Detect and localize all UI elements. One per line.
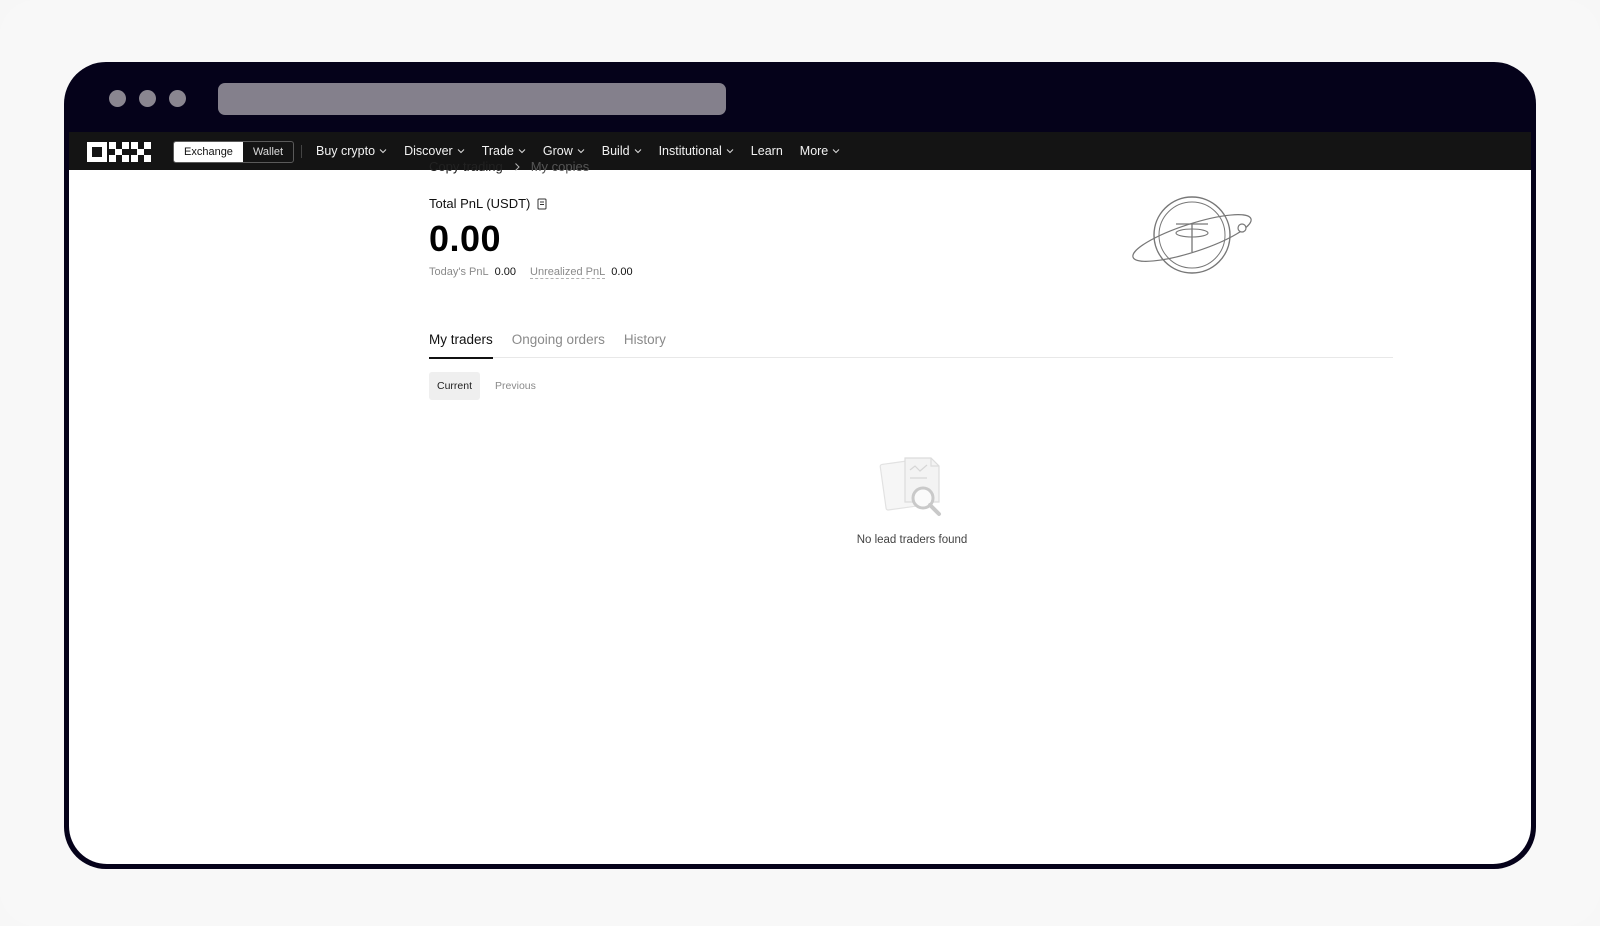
window-maximize-dot[interactable]	[169, 90, 186, 107]
total-pnl-heading: Total PnL (USDT)	[429, 196, 548, 211]
chevron-right-icon	[514, 162, 520, 171]
search-document-illustration	[879, 457, 941, 516]
document-icon[interactable]	[536, 198, 548, 210]
tab-history[interactable]: History	[624, 324, 666, 358]
tab-ongoing-orders[interactable]: Ongoing orders	[512, 324, 605, 358]
nav-divider	[301, 145, 302, 158]
total-pnl-value: 0.00	[429, 218, 502, 259]
address-bar[interactable]	[218, 83, 726, 115]
breadcrumb-my-copies: My copies	[530, 159, 590, 174]
okx-logo-icon[interactable]	[87, 142, 151, 162]
main-tabs: My traders Ongoing orders History	[429, 324, 1393, 359]
breadcrumb-copy-trading[interactable]: Copy trading	[429, 159, 503, 174]
subtab-current[interactable]: Current	[429, 372, 481, 400]
menu-label: Buy crypto	[316, 144, 376, 158]
trader-filter-subtabs: Current Previous	[429, 372, 544, 400]
empty-state: No lead traders found	[837, 454, 987, 546]
breadcrumb: Copy trading My copies	[429, 159, 589, 174]
chevron-down-icon	[379, 149, 387, 154]
exchange-wallet-switch: Exchange Wallet	[173, 141, 295, 163]
todays-pnl-value: 0.00	[494, 266, 517, 278]
main-content: Copy trading My copies Total PnL (USDT) …	[429, 132, 1409, 864]
empty-state-message: No lead traders found	[856, 534, 968, 546]
pnl-breakdown: Today's PnL 0.00 Unrealized PnL 0.00	[429, 266, 641, 279]
window-close-dot[interactable]	[109, 90, 126, 107]
tab-my-traders[interactable]: My traders	[429, 324, 493, 359]
unrealized-pnl-label[interactable]: Unrealized PnL	[530, 266, 606, 279]
page-viewport: Exchange Wallet Buy crypto Discover Trad…	[69, 132, 1531, 864]
todays-pnl-label: Today's PnL	[429, 266, 489, 278]
switch-exchange[interactable]: Exchange	[174, 142, 243, 162]
menu-buy-crypto[interactable]: Buy crypto	[316, 144, 387, 158]
unrealized-pnl-value: 0.00	[611, 266, 633, 278]
switch-wallet[interactable]: Wallet	[243, 142, 293, 162]
subtab-previous[interactable]: Previous	[487, 372, 544, 400]
tether-planet-illustration	[1132, 196, 1252, 274]
browser-window: Exchange Wallet Buy crypto Discover Trad…	[64, 62, 1536, 869]
browser-titlebar	[64, 62, 1536, 132]
window-minimize-dot[interactable]	[139, 90, 156, 107]
total-pnl-label: Total PnL (USDT)	[429, 196, 531, 211]
